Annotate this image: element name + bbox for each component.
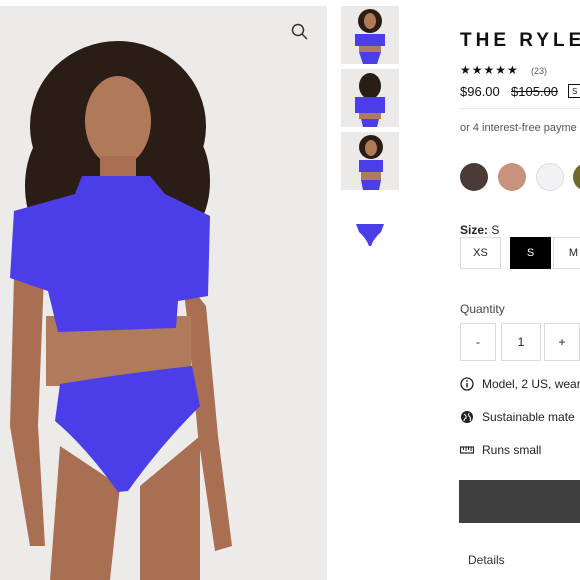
size-label: Size: S <box>460 223 500 237</box>
thumbnail-bottoms[interactable] <box>341 206 399 264</box>
thumbnail-side[interactable] <box>341 132 399 190</box>
sustainable-info-text: Sustainable mate <box>482 410 575 424</box>
sustainable-info-row: Sustainable mate <box>460 410 575 424</box>
sale-badge: S <box>568 84 580 98</box>
compare-price: $105.00 <box>511 84 558 99</box>
divider <box>460 108 580 109</box>
quantity-label: Quantity <box>460 302 505 316</box>
fit-info-text: Runs small <box>482 443 542 457</box>
product-title: THE RYLE <box>460 30 580 51</box>
thumbnail-back[interactable] <box>341 69 399 127</box>
review-count[interactable]: (23) <box>531 66 547 76</box>
size-selected-value: S <box>491 223 500 237</box>
color-swatch-olive[interactable] <box>573 163 580 191</box>
zoom-icon[interactable] <box>290 22 310 42</box>
thumbnail-front[interactable] <box>341 6 399 64</box>
main-product-image[interactable] <box>0 6 327 580</box>
model-info-row: Model, 2 US, wear <box>460 377 580 391</box>
size-option-xs[interactable]: XS <box>460 237 501 269</box>
size-option-m[interactable]: M <box>553 237 580 269</box>
globe-icon <box>460 410 474 424</box>
color-swatch-dark-brown[interactable] <box>460 163 488 191</box>
details-tab[interactable]: Details <box>468 553 505 567</box>
add-to-cart-button[interactable] <box>459 480 580 523</box>
ruler-icon <box>459 443 475 457</box>
size-option-s[interactable]: S <box>510 237 551 269</box>
color-swatch-tan[interactable] <box>498 163 526 191</box>
info-icon <box>460 377 474 391</box>
fit-info-row: Runs small <box>459 443 542 457</box>
rating-stars[interactable]: ★★★★★ <box>460 63 519 77</box>
color-swatch-white[interactable] <box>536 163 564 191</box>
installments-text[interactable]: or 4 interest-free payme <box>460 122 577 134</box>
sale-price: $96.00 <box>460 84 500 99</box>
quantity-increment-button[interactable]: + <box>544 323 580 361</box>
quantity-input[interactable]: 1 <box>501 323 541 361</box>
quantity-decrement-button[interactable]: - <box>460 323 496 361</box>
model-info-text: Model, 2 US, wear <box>482 377 580 391</box>
